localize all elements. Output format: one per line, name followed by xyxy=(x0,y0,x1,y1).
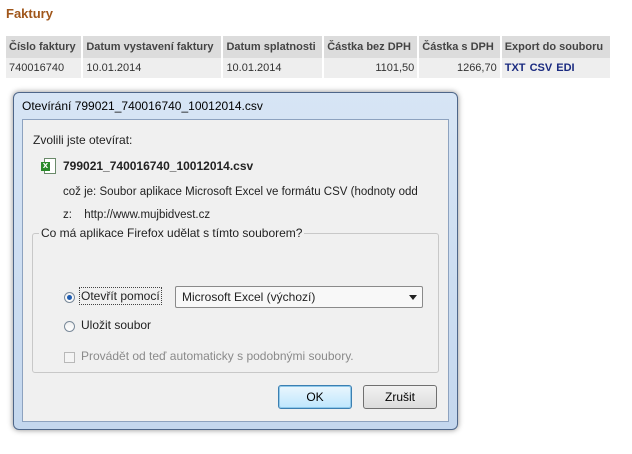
file-type-key: což je: xyxy=(63,186,97,198)
open-with-label[interactable]: Otevřít pomocí xyxy=(79,287,162,305)
export-csv-link[interactable]: CSV xyxy=(530,62,553,74)
column-header-issued: Datum vystavení faktury xyxy=(83,36,222,58)
chevron-down-icon xyxy=(409,295,417,300)
file-type-value: Soubor aplikace Microsoft Excel ve formá… xyxy=(99,186,418,198)
invoice-due: 10.01.2014 xyxy=(223,58,323,78)
excel-csv-icon: X xyxy=(41,158,57,174)
column-header-due: Datum splatnosti xyxy=(223,36,323,58)
invoice-number: 740016740 xyxy=(6,58,82,78)
file-source-key: z: xyxy=(63,209,72,221)
dialog-title[interactable]: Otevírání 799021_740016740_10012014.csv xyxy=(22,99,263,113)
file-source-value: http://www.mujbidvest.cz xyxy=(84,209,211,221)
invoices-table: Číslo faktury Datum vystavení faktury Da… xyxy=(4,36,612,78)
invoice-issued: 10.01.2014 xyxy=(83,58,222,78)
export-edi-link[interactable]: EDI xyxy=(556,62,574,74)
open-with-radio[interactable] xyxy=(64,292,75,303)
invoice-amount-net: 1101,50 xyxy=(324,58,418,78)
file-name: 799021_740016740_10012014.csv xyxy=(63,159,254,173)
save-file-radio[interactable] xyxy=(64,321,75,332)
auto-action-label[interactable]: Provádět od teď automaticky s podobnými … xyxy=(81,349,354,363)
application-select[interactable]: Microsoft Excel (výchozí) xyxy=(175,286,423,308)
export-txt-link[interactable]: TXT xyxy=(505,62,526,74)
action-question: Co má aplikace Firefox udělat s tímto so… xyxy=(39,226,305,240)
table-header-row: Číslo faktury Datum vystavení faktury Da… xyxy=(6,36,610,58)
ok-button[interactable]: OK xyxy=(278,385,352,409)
invoice-amount-gross: 1266,70 xyxy=(419,58,500,78)
column-header-net: Částka bez DPH xyxy=(324,36,418,58)
open-file-dialog: Otevírání 799021_740016740_10012014.csv … xyxy=(13,92,458,430)
file-type-line: což je: Soubor aplikace Microsoft Excel … xyxy=(63,186,433,198)
table-row: 740016740 10.01.2014 10.01.2014 1101,50 … xyxy=(6,58,610,78)
invoice-exports: TXT CSV EDI xyxy=(501,58,610,78)
section-title: Faktury xyxy=(6,6,53,21)
application-select-value: Microsoft Excel (výchozí) xyxy=(182,290,316,304)
save-file-label[interactable]: Uložit soubor xyxy=(81,318,151,332)
cancel-button[interactable]: Zrušit xyxy=(363,385,437,409)
opening-label: Zvolili jste otevírat: xyxy=(33,133,133,147)
auto-action-checkbox[interactable] xyxy=(64,352,75,363)
file-source-line: z: http://www.mujbidvest.cz xyxy=(63,209,210,221)
file-row: X 799021_740016740_10012014.csv xyxy=(41,158,253,174)
dialog-body: Zvolili jste otevírat: X 799021_74001674… xyxy=(22,119,449,422)
column-header-number: Číslo faktury xyxy=(6,36,82,58)
column-header-export: Export do souboru xyxy=(501,36,610,58)
column-header-gross: Částka s DPH xyxy=(419,36,500,58)
